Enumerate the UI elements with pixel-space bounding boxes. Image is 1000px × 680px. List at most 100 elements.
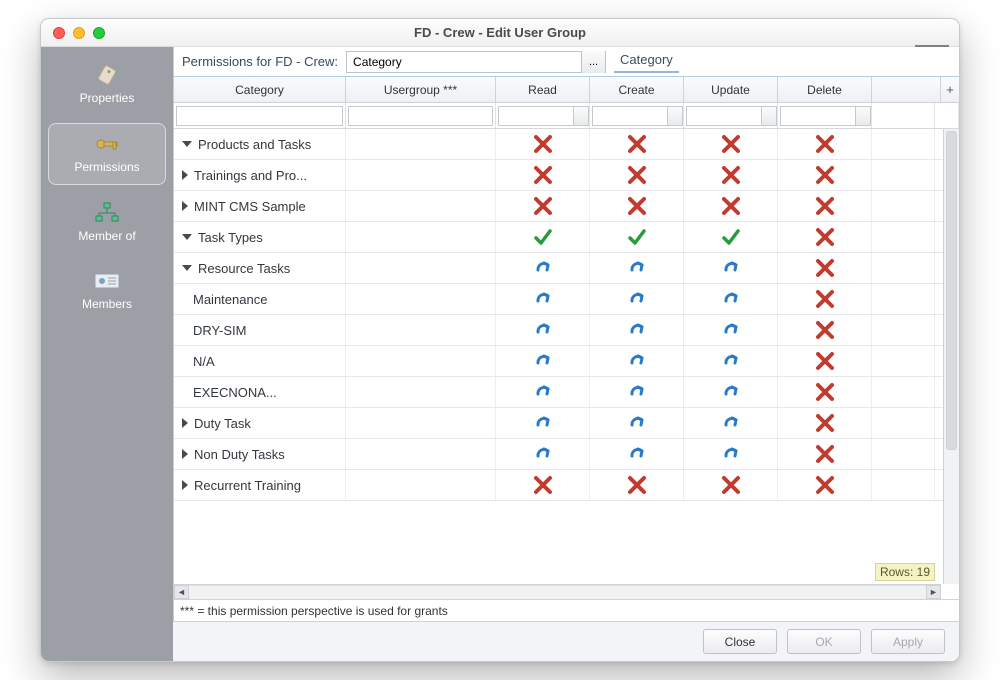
perm-cell[interactable] bbox=[778, 253, 872, 283]
ok-button[interactable]: OK bbox=[787, 629, 861, 654]
perm-cell[interactable] bbox=[684, 346, 778, 376]
perm-cell[interactable] bbox=[590, 222, 684, 252]
filter-read[interactable] bbox=[498, 106, 589, 126]
table-row[interactable]: DRY-SIM bbox=[174, 315, 959, 346]
perm-cell[interactable] bbox=[590, 253, 684, 283]
perm-cell[interactable] bbox=[496, 222, 590, 252]
perm-cell[interactable] bbox=[590, 408, 684, 438]
perm-cell[interactable] bbox=[590, 315, 684, 345]
perm-cell[interactable] bbox=[590, 470, 684, 500]
perm-cell[interactable] bbox=[496, 408, 590, 438]
perm-cell[interactable] bbox=[496, 377, 590, 407]
perm-cell[interactable] bbox=[496, 253, 590, 283]
perm-cell[interactable] bbox=[778, 160, 872, 190]
sidebar-item-members[interactable]: Members bbox=[48, 261, 166, 321]
id-card-icon bbox=[93, 269, 121, 293]
perm-cell[interactable] bbox=[684, 439, 778, 469]
collapse-icon[interactable] bbox=[182, 234, 192, 240]
filter-delete[interactable] bbox=[780, 106, 871, 126]
table-row[interactable]: Resource Tasks bbox=[174, 253, 959, 284]
perm-cell[interactable] bbox=[778, 222, 872, 252]
table-row[interactable]: Trainings and Pro... bbox=[174, 160, 959, 191]
category-tab[interactable]: Category bbox=[614, 50, 679, 73]
perm-cell[interactable] bbox=[496, 284, 590, 314]
expand-icon[interactable] bbox=[182, 449, 188, 459]
category-picker: ... bbox=[346, 51, 606, 73]
perm-cell[interactable] bbox=[684, 470, 778, 500]
perm-cell[interactable] bbox=[496, 470, 590, 500]
table-row[interactable]: N/A bbox=[174, 346, 959, 377]
perm-cell[interactable] bbox=[496, 129, 590, 159]
perm-cell[interactable] bbox=[590, 377, 684, 407]
table-row[interactable]: MINT CMS Sample bbox=[174, 191, 959, 222]
expand-icon[interactable] bbox=[182, 170, 188, 180]
collapse-icon[interactable] bbox=[182, 265, 192, 271]
col-create[interactable]: Create bbox=[590, 77, 684, 102]
expand-icon[interactable] bbox=[182, 418, 188, 428]
perm-cell[interactable] bbox=[684, 377, 778, 407]
perm-cell[interactable] bbox=[684, 253, 778, 283]
table-row[interactable]: Non Duty Tasks bbox=[174, 439, 959, 470]
col-usergroup[interactable]: Usergroup *** bbox=[346, 77, 496, 102]
scroll-left-icon[interactable]: ◄ bbox=[174, 585, 189, 599]
add-column-button[interactable]: + bbox=[941, 77, 959, 102]
perm-cell[interactable] bbox=[778, 377, 872, 407]
row-label: Duty Task bbox=[194, 416, 251, 431]
apply-button[interactable]: Apply bbox=[871, 629, 945, 654]
table-row[interactable]: Maintenance bbox=[174, 284, 959, 315]
expand-icon[interactable] bbox=[182, 480, 188, 490]
perm-cell[interactable] bbox=[496, 346, 590, 376]
col-delete[interactable]: Delete bbox=[778, 77, 872, 102]
perm-cell[interactable] bbox=[590, 439, 684, 469]
perm-cell[interactable] bbox=[684, 129, 778, 159]
perm-cell[interactable] bbox=[778, 470, 872, 500]
table-row[interactable]: Task Types bbox=[174, 222, 959, 253]
perm-cell[interactable] bbox=[778, 346, 872, 376]
filter-update[interactable] bbox=[686, 106, 777, 126]
table-row[interactable]: EXECNONA... bbox=[174, 377, 959, 408]
perm-cell[interactable] bbox=[778, 315, 872, 345]
vertical-scrollbar[interactable] bbox=[943, 129, 959, 584]
perm-cell[interactable] bbox=[590, 129, 684, 159]
table-row[interactable]: Recurrent Training bbox=[174, 470, 959, 501]
filter-usergroup[interactable] bbox=[348, 106, 493, 126]
perm-cell[interactable] bbox=[496, 160, 590, 190]
close-button[interactable]: Close bbox=[703, 629, 777, 654]
perm-cell[interactable] bbox=[778, 129, 872, 159]
perm-cell[interactable] bbox=[684, 315, 778, 345]
table-row[interactable]: Duty Task bbox=[174, 408, 959, 439]
perm-cell[interactable] bbox=[590, 191, 684, 221]
perm-cell[interactable] bbox=[590, 346, 684, 376]
perm-cell[interactable] bbox=[496, 191, 590, 221]
expand-icon[interactable] bbox=[182, 201, 188, 211]
dialog-window: FD - Crew - Edit User Group Properties P… bbox=[40, 18, 960, 662]
perm-cell[interactable] bbox=[496, 315, 590, 345]
perm-cell[interactable] bbox=[778, 284, 872, 314]
sidebar-item-permissions[interactable]: Permissions bbox=[48, 123, 166, 185]
scroll-right-icon[interactable]: ► bbox=[926, 585, 941, 599]
sidebar-item-properties[interactable]: Properties bbox=[48, 55, 166, 115]
perm-cell[interactable] bbox=[684, 408, 778, 438]
perm-cell[interactable] bbox=[778, 191, 872, 221]
col-category[interactable]: Category bbox=[174, 77, 346, 102]
perm-cell[interactable] bbox=[496, 439, 590, 469]
perm-cell[interactable] bbox=[590, 160, 684, 190]
table-row[interactable]: Products and Tasks bbox=[174, 129, 959, 160]
perm-cell[interactable] bbox=[684, 284, 778, 314]
col-read[interactable]: Read bbox=[496, 77, 590, 102]
collapse-icon[interactable] bbox=[182, 141, 192, 147]
perm-cell[interactable] bbox=[590, 284, 684, 314]
perm-cell[interactable] bbox=[778, 439, 872, 469]
filter-create[interactable] bbox=[592, 106, 683, 126]
filter-category[interactable] bbox=[176, 106, 343, 126]
category-picker-button[interactable]: ... bbox=[581, 51, 605, 73]
sidebar-item-member-of[interactable]: Member of bbox=[48, 193, 166, 253]
col-update[interactable]: Update bbox=[684, 77, 778, 102]
perm-cell[interactable] bbox=[684, 160, 778, 190]
category-input[interactable] bbox=[347, 52, 581, 72]
row-label: Products and Tasks bbox=[198, 137, 311, 152]
perm-cell[interactable] bbox=[684, 222, 778, 252]
horizontal-scrollbar[interactable]: ◄ ► bbox=[174, 584, 941, 599]
perm-cell[interactable] bbox=[684, 191, 778, 221]
perm-cell[interactable] bbox=[778, 408, 872, 438]
